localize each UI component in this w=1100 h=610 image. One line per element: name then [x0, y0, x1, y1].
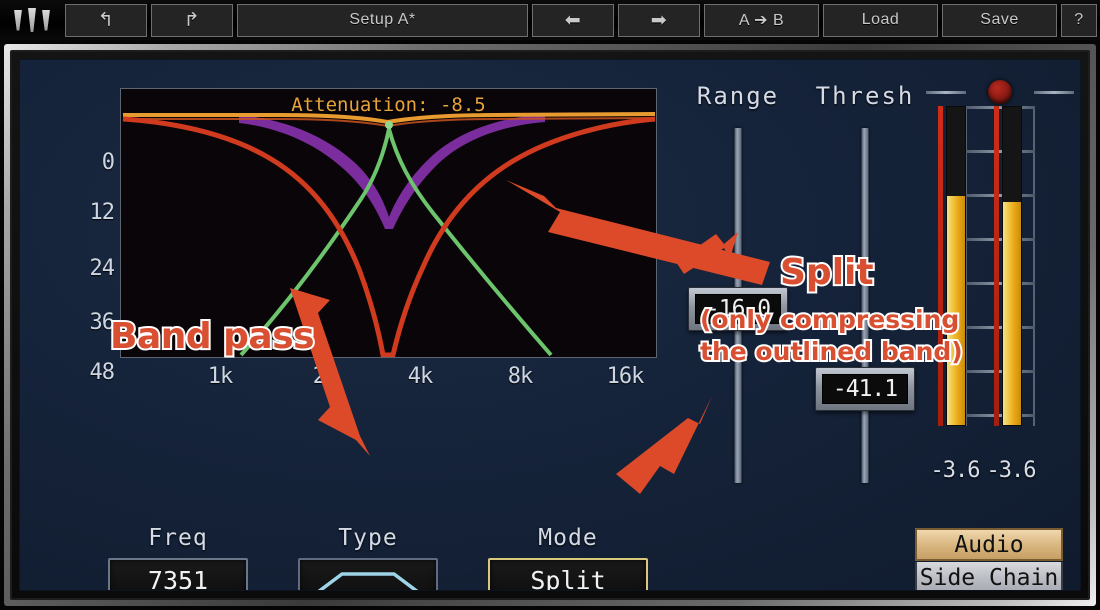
freq-control: Freq 7351 [108, 525, 248, 590]
thresh-value: -41.1 [822, 374, 908, 404]
compression-notch-curve [122, 116, 656, 357]
meter-right-fill [1003, 202, 1021, 425]
top-toolbar: ↰ ↱ Setup A* ⬅ ➡ A ➔ B Load Save ? [0, 0, 1100, 40]
x-tick-8k: 8k [507, 364, 533, 389]
y-tick-36: 36 [89, 310, 115, 335]
arrow-left-icon: ⬅ [564, 9, 582, 31]
meter-left-bar [946, 106, 966, 426]
thresh-slider-thumb[interactable]: -41.1 [815, 367, 915, 411]
y-tick-0: 0 [101, 150, 115, 175]
x-tick-16k: 16k [606, 364, 645, 389]
meter-right: -3.6 [987, 106, 1036, 483]
mode-control: Mode Split [488, 525, 648, 590]
redo-button[interactable]: ↱ [151, 3, 233, 37]
band-peak-handle [385, 121, 393, 129]
graph-curves-svg [122, 112, 656, 357]
plugin-bezel: 0 12 24 36 48 Attenuation: -8.5 1k 2k 4k… [4, 44, 1096, 606]
meter-right-bar [1002, 106, 1022, 426]
x-tick-2k: 2k [312, 364, 338, 389]
band-pass-curve [239, 128, 553, 357]
plugin-bezel-inner: 0 12 24 36 48 Attenuation: -8.5 1k 2k 4k… [10, 50, 1090, 600]
range-label: Range [696, 82, 780, 110]
next-preset-button[interactable]: ➡ [618, 3, 700, 37]
y-tick-24: 24 [89, 256, 115, 281]
graph-x-axis: 1k 2k 4k 8k 16k [120, 360, 657, 394]
meter-left-peak-line [938, 106, 943, 426]
range-slider-thumb[interactable]: -16.0 [688, 287, 788, 331]
meter-left: -3.6 [931, 106, 980, 483]
graph-y-axis: 0 12 24 36 48 [72, 88, 120, 385]
type-selector-button[interactable] [298, 558, 438, 590]
meter-left-fill [947, 196, 965, 425]
mode-selector-button[interactable]: Split [488, 558, 648, 590]
redo-icon: ↱ [183, 9, 201, 31]
undo-icon: ↰ [97, 9, 115, 31]
band-pass-curve-icon [317, 572, 419, 590]
save-button[interactable]: Save [942, 3, 1057, 37]
range-value: -16.0 [695, 294, 781, 324]
source-selector: Audio Side Chain [915, 528, 1063, 590]
thresh-slider-track[interactable] [861, 128, 869, 483]
freq-label: Freq [148, 525, 208, 551]
audio-source-button[interactable]: Audio [915, 528, 1063, 561]
undo-button[interactable]: ↰ [65, 3, 147, 37]
x-tick-1k: 1k [207, 364, 233, 389]
copy-a-to-b-button[interactable]: A ➔ B [704, 3, 819, 37]
plugin-panel: 0 12 24 36 48 Attenuation: -8.5 1k 2k 4k… [19, 59, 1081, 591]
thresh-label: Thresh [815, 82, 915, 110]
output-meters: -3.6 -3.6 [920, 80, 1080, 500]
led-dash-right [1034, 91, 1074, 94]
previous-preset-button[interactable]: ⬅ [532, 3, 614, 37]
eq-curve-display[interactable]: Attenuation: -8.5 [120, 88, 657, 358]
thresh-slider: Thresh -41.1 [790, 82, 940, 502]
setup-preset-button[interactable]: Setup A* [237, 3, 528, 37]
range-slider: Range -16.0 [668, 82, 808, 502]
meter-left-value: -3.6 [930, 458, 981, 483]
y-tick-48: 48 [89, 360, 115, 385]
load-button[interactable]: Load [823, 3, 938, 37]
x-tick-4k: 4k [407, 364, 433, 389]
led-dash-left [926, 91, 966, 94]
sidechain-source-button[interactable]: Side Chain [915, 562, 1063, 590]
waves-logo-icon [3, 3, 61, 37]
meter-right-peak-line [994, 106, 999, 426]
type-control: Type [298, 525, 438, 590]
type-label: Type [338, 525, 398, 551]
frequency-graph-area: 0 12 24 36 48 Attenuation: -8.5 1k 2k 4k… [72, 88, 657, 428]
plugin-window: ↰ ↱ Setup A* ⬅ ➡ A ➔ B Load Save ? 0 12 … [0, 0, 1100, 610]
help-button[interactable]: ? [1061, 3, 1097, 37]
mode-label: Mode [538, 525, 598, 551]
meter-right-value: -3.6 [986, 458, 1037, 483]
clip-led-icon[interactable] [988, 80, 1012, 104]
freq-value-field[interactable]: 7351 [108, 558, 248, 590]
y-tick-12: 12 [89, 200, 115, 225]
arrow-right-icon: ➡ [650, 9, 668, 31]
attenuation-readout: Attenuation: -8.5 [291, 94, 486, 116]
